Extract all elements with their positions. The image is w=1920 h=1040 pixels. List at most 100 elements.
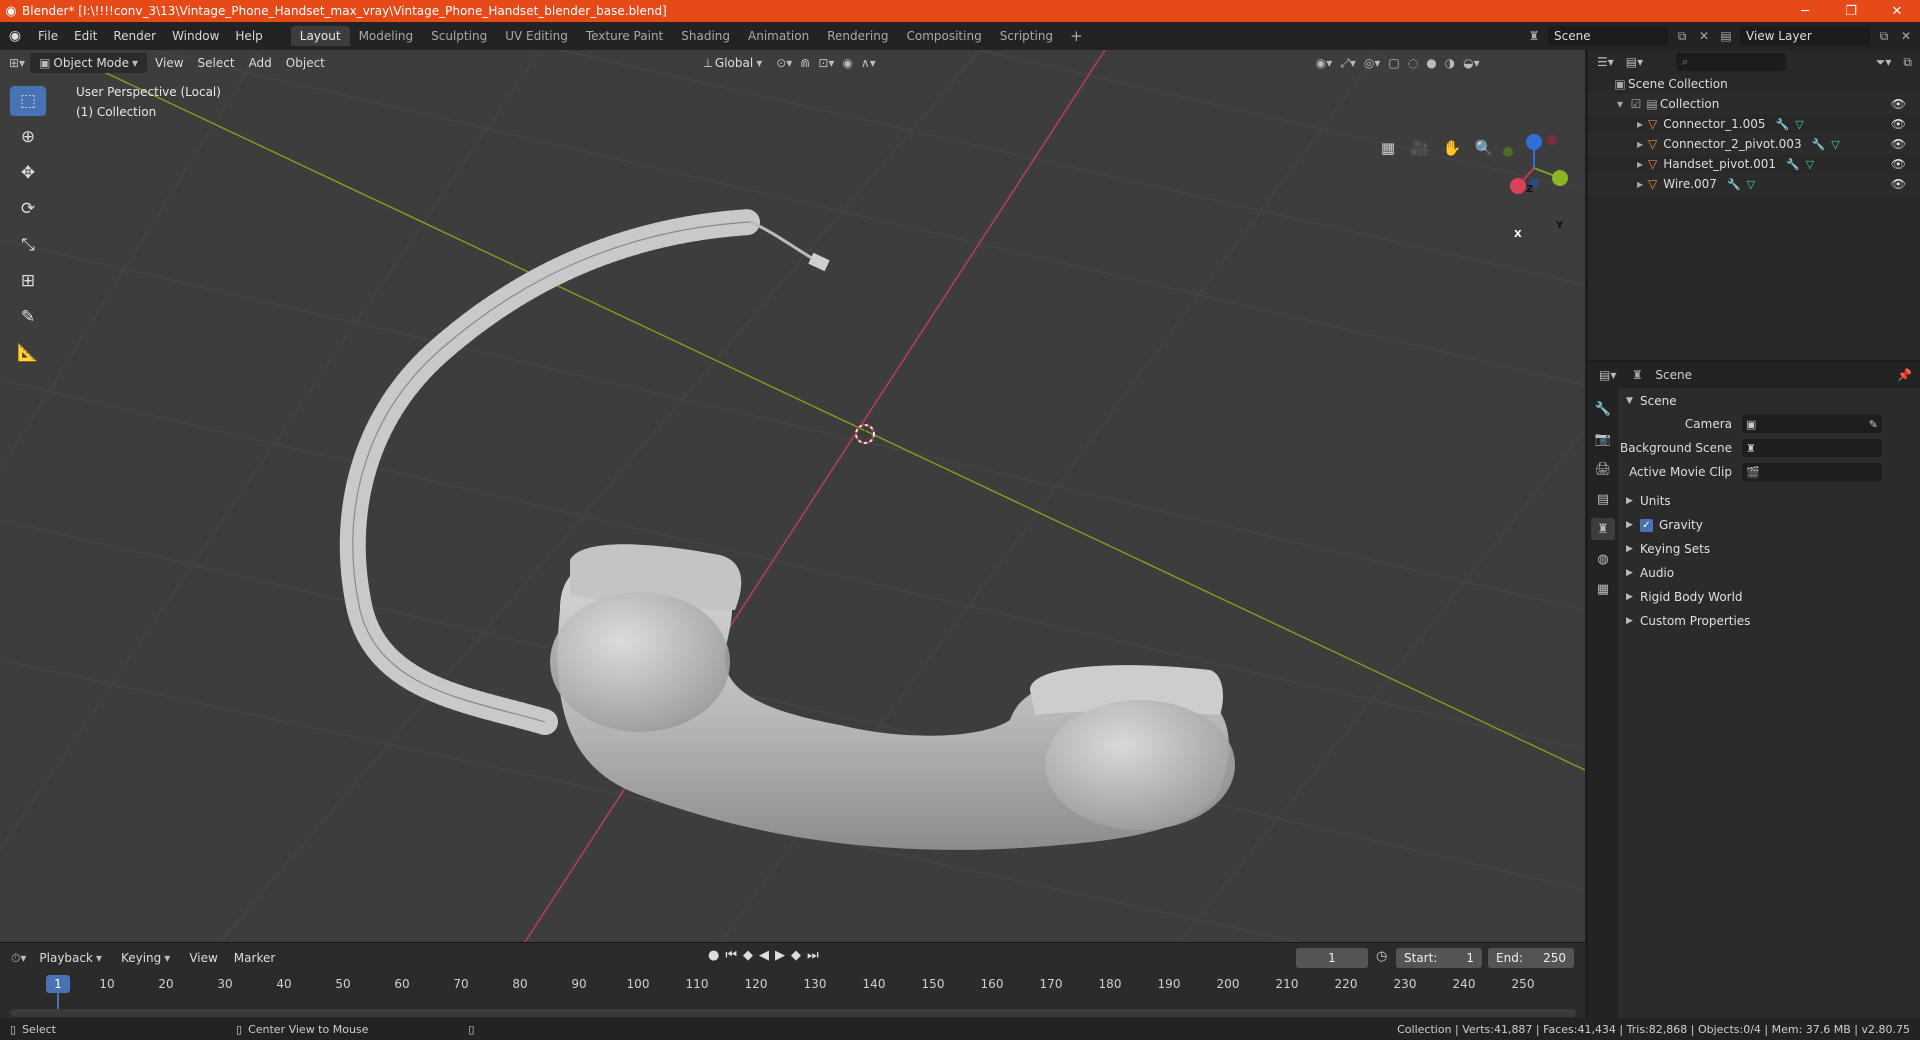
xray-icon[interactable]: ▢ bbox=[1385, 56, 1402, 70]
eye-icon[interactable]: 👁 bbox=[1891, 157, 1906, 171]
modifier-icon[interactable]: 🔧 bbox=[1812, 138, 1826, 151]
jump-end-icon[interactable]: ⏭ bbox=[807, 948, 819, 963]
tab-shading[interactable]: Shading bbox=[672, 26, 739, 46]
mesh-data-icon[interactable]: ▽ bbox=[1831, 138, 1839, 151]
gravity-panel-header[interactable]: ▶ ✓ Gravity bbox=[1620, 514, 1918, 536]
menu-render[interactable]: Render bbox=[105, 29, 164, 43]
audio-panel-header[interactable]: ▶ Audio bbox=[1620, 562, 1918, 584]
timeline-menu-view[interactable]: View bbox=[183, 948, 223, 968]
timeline-scrollbar[interactable] bbox=[10, 1009, 1576, 1017]
expand-arrow-icon[interactable]: ▾ bbox=[1612, 97, 1628, 111]
scene-panel-header[interactable]: ▼ Scene bbox=[1620, 390, 1918, 412]
maximize-button[interactable]: ❐ bbox=[1828, 4, 1874, 19]
mesh-data-icon[interactable]: ▽ bbox=[1747, 178, 1755, 191]
select-box-tool[interactable]: ⬚ bbox=[10, 86, 46, 116]
outliner-object-row[interactable]: ▸ ▽ Connector_2_pivot.003 🔧 ▽ 👁 bbox=[1588, 134, 1920, 154]
editor-type-icon[interactable]: ⊞▾ bbox=[6, 56, 28, 70]
tab-uv-editing[interactable]: UV Editing bbox=[496, 26, 577, 46]
mesh-data-icon[interactable]: ▽ bbox=[1806, 158, 1814, 171]
outliner-object-row[interactable]: ▸ ▽ Wire.007 🔧 ▽ 👁 bbox=[1588, 174, 1920, 194]
modifier-icon[interactable]: 🔧 bbox=[1786, 158, 1800, 171]
checkbox-icon[interactable]: ☑ bbox=[1628, 97, 1644, 111]
snap-target-icon[interactable]: ⊡▾ bbox=[815, 56, 837, 70]
view-layer-tab-icon[interactable]: ▤ bbox=[1591, 488, 1615, 510]
close-button[interactable]: ✕ bbox=[1874, 4, 1920, 19]
snap-icon[interactable]: ⋒ bbox=[797, 56, 813, 70]
tool-tab-icon[interactable]: 🔧 bbox=[1591, 398, 1615, 420]
cursor-tool[interactable]: ⊕ bbox=[10, 122, 46, 152]
record-icon[interactable]: ● bbox=[708, 948, 719, 963]
transform-tool[interactable]: ⊞ bbox=[10, 266, 46, 296]
viewport-menu-object[interactable]: Object bbox=[280, 53, 331, 73]
pin-icon[interactable]: 📌 bbox=[1894, 368, 1920, 382]
eye-icon[interactable]: 👁 bbox=[1891, 177, 1906, 191]
wireframe-shading-icon[interactable]: ◌ bbox=[1405, 56, 1421, 70]
eye-icon[interactable]: 👁 bbox=[1891, 97, 1906, 111]
outliner-search-input[interactable]: ⌕ bbox=[1676, 53, 1787, 71]
new-collection-icon[interactable]: ⧉ bbox=[1900, 55, 1920, 70]
solid-shading-icon[interactable]: ● bbox=[1423, 56, 1439, 70]
start-frame-field[interactable]: Start: 1 bbox=[1396, 948, 1482, 968]
zoom-icon[interactable]: 🔍 bbox=[1472, 136, 1496, 160]
rotate-tool[interactable]: ⟳ bbox=[10, 194, 46, 224]
play-reverse-icon[interactable]: ◀ bbox=[759, 948, 769, 963]
expand-arrow-icon[interactable]: ▸ bbox=[1632, 177, 1648, 191]
playhead-label[interactable]: 1 bbox=[46, 975, 70, 993]
grid-view-icon[interactable]: ▦ bbox=[1376, 136, 1400, 160]
viewport-menu-view[interactable]: View bbox=[149, 53, 189, 73]
render-tab-icon[interactable]: 📷 bbox=[1591, 428, 1615, 450]
properties-editor[interactable]: ▤▾ ♜ Scene 📌 🔧 📷 🖨 ▤ ♜ ◍ ▦ ▼ Scene Camer… bbox=[1588, 362, 1920, 1018]
timeline-menu-keying[interactable]: Keying ▾ bbox=[115, 948, 179, 968]
viewport-menu-select[interactable]: Select bbox=[192, 53, 241, 73]
overlay-toggle-icon[interactable]: ◎▾ bbox=[1361, 56, 1384, 70]
visibility-icon[interactable]: ◉▾ bbox=[1313, 56, 1336, 70]
timeline-editor[interactable]: ⏱▾ Playback ▾ Keying ▾ View Marker ● ⏮ ◆ ◀… bbox=[0, 942, 1585, 1026]
eye-icon[interactable]: 👁 bbox=[1891, 137, 1906, 151]
outliner-object-row[interactable]: ▸ ▽ Connector_1.005 🔧 ▽ 👁 bbox=[1588, 114, 1920, 134]
camera-field[interactable]: ▣ ✎ bbox=[1742, 415, 1882, 433]
movie-clip-field[interactable]: 🎬 bbox=[1742, 463, 1882, 481]
tab-layout[interactable]: Layout bbox=[290, 26, 350, 46]
gizmo-x-label[interactable]: X bbox=[1514, 229, 1522, 240]
rendered-shading-icon[interactable]: ◒▾ bbox=[1460, 56, 1483, 70]
menu-help[interactable]: Help bbox=[227, 29, 270, 43]
3d-viewport[interactable]: Z Y X ⊞▾ ▣ Object Mode ▾ View Select Add… bbox=[0, 50, 1585, 942]
object-mode-dropdown[interactable]: ▣ Object Mode ▾ bbox=[30, 53, 148, 73]
tab-modeling[interactable]: Modeling bbox=[350, 26, 423, 46]
timeline-editor-icon[interactable]: ⏱▾ bbox=[8, 951, 29, 966]
delete-scene-icon[interactable]: ✕ bbox=[1696, 29, 1712, 43]
move-tool[interactable]: ✥ bbox=[10, 158, 46, 188]
play-icon[interactable]: ▶ bbox=[775, 948, 785, 963]
outliner-collection[interactable]: ▾ ☑ ▤ Collection 👁 bbox=[1588, 94, 1920, 114]
properties-editor-icon[interactable]: ▤▾ bbox=[1596, 368, 1619, 382]
tab-texture-paint[interactable]: Texture Paint bbox=[577, 26, 672, 46]
gravity-checkbox[interactable]: ✓ bbox=[1640, 518, 1653, 532]
gizmo-y-label[interactable]: Y bbox=[1556, 220, 1563, 231]
modifier-icon[interactable]: 🔧 bbox=[1727, 178, 1741, 191]
pan-hand-icon[interactable]: ✋ bbox=[1440, 136, 1464, 160]
view-layer-icon[interactable]: ▤ bbox=[1718, 29, 1734, 43]
new-scene-icon[interactable]: ⧉ bbox=[1674, 29, 1690, 44]
prev-keyframe-icon[interactable]: ◆ bbox=[743, 948, 753, 963]
measure-tool[interactable]: 📐 bbox=[10, 338, 46, 368]
keying-sets-panel-header[interactable]: ▶ Keying Sets bbox=[1620, 538, 1918, 560]
end-frame-field[interactable]: End: 250 bbox=[1488, 948, 1574, 968]
filter-icon[interactable]: ⏷▾ bbox=[1873, 55, 1895, 70]
outliner-object-row[interactable]: ▸ ▽ Handset_pivot.001 🔧 ▽ 👁 bbox=[1588, 154, 1920, 174]
outliner-editor[interactable]: ☰▾ ▤▾ ⌕ ⏷▾ ⧉ ▣ Scene Collection ▾ ☑ ▤ Co… bbox=[1588, 50, 1920, 360]
units-panel-header[interactable]: ▶ Units bbox=[1620, 490, 1918, 512]
eyedropper-icon[interactable]: ✎ bbox=[1869, 418, 1882, 431]
background-scene-field[interactable]: ♜ bbox=[1742, 439, 1882, 457]
add-workspace-button[interactable]: + bbox=[1062, 27, 1091, 45]
world-tab-icon[interactable]: ◍ bbox=[1591, 548, 1615, 570]
outliner-editor-icon[interactable]: ☰▾ bbox=[1594, 55, 1617, 69]
tab-rendering[interactable]: Rendering bbox=[818, 26, 897, 46]
custom-properties-panel-header[interactable]: ▶ Custom Properties bbox=[1620, 610, 1918, 632]
scale-tool[interactable]: ⤡ bbox=[10, 230, 46, 260]
mesh-data-icon[interactable]: ▽ bbox=[1795, 118, 1803, 131]
menu-edit[interactable]: Edit bbox=[66, 29, 105, 43]
proportional-edit-icon[interactable]: ◉ bbox=[839, 56, 855, 70]
viewport-menu-add[interactable]: Add bbox=[243, 53, 278, 73]
scene-icon[interactable]: ♜ bbox=[1526, 29, 1542, 43]
timeline-menu-playback[interactable]: Playback ▾ bbox=[33, 948, 111, 968]
